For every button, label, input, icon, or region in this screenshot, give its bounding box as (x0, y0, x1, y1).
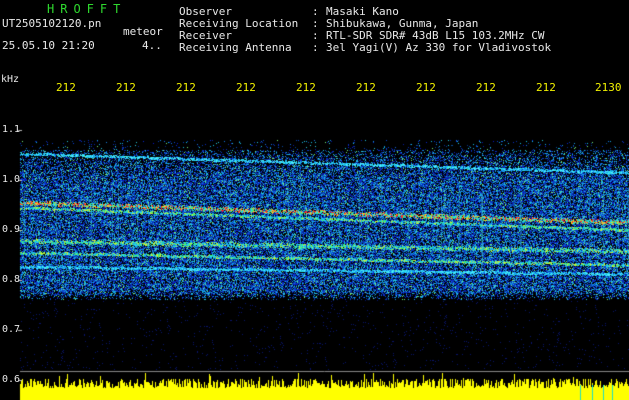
x-tick-9: 212 (536, 81, 556, 94)
date-time: 25.05.10 21:20 (2, 39, 95, 52)
meteor-label: meteor (123, 25, 163, 38)
x-tick-7: 212 (416, 81, 436, 94)
x-tick-4: 212 (236, 81, 256, 94)
x-tick-1: 212 (56, 81, 76, 94)
spectrogram-canvas (0, 0, 629, 400)
y-tick-3: 0.9 (2, 224, 21, 235)
app-title: HROFFT (47, 2, 127, 16)
y-tick-4: 0.8 (2, 274, 21, 285)
y-axis-unit: kHz (1, 74, 20, 85)
x-tick-8: 212 (476, 81, 496, 94)
file-name: UT2505102120.pn (2, 17, 102, 30)
y-tick-6: 0.6 (2, 374, 21, 385)
antenna-label: Receiving Antenna (179, 41, 292, 54)
count-readout: 4.. (142, 39, 162, 52)
antenna-sep: : (312, 41, 319, 54)
x-tick-3: 212 (176, 81, 196, 94)
x-tick-10: 2130 (595, 81, 622, 94)
x-tick-6: 212 (356, 81, 376, 94)
y-tick-1: 1.1 (2, 124, 21, 135)
x-tick-5: 212 (296, 81, 316, 94)
antenna-value: 3el Yagi(V) Az 330 for Vladivostok (326, 41, 552, 54)
y-tick-5: 0.7 (2, 324, 21, 335)
x-tick-2: 212 (116, 81, 136, 94)
y-tick-2: 1.0 (2, 174, 21, 185)
